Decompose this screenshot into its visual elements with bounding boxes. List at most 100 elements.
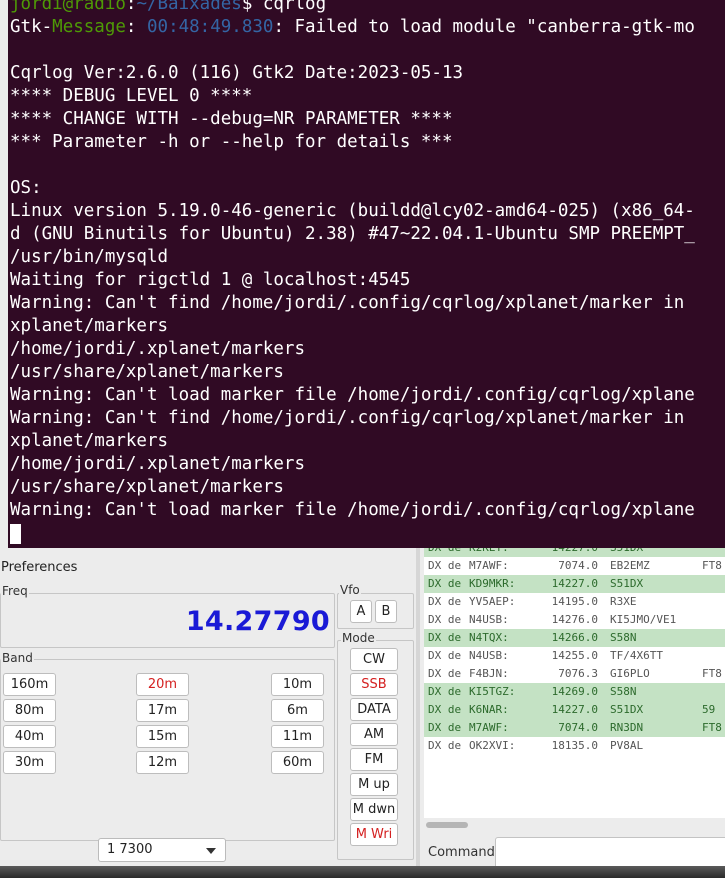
dx-spot-freq: 7074.0 (558, 721, 598, 734)
dx-spot-call: K2KEY: (469, 548, 509, 557)
dx-spot-row[interactable]: DX de M7AWF: 7074.0 EB2EMZ FT8 (424, 557, 725, 575)
dx-spot-dx: S58N (610, 685, 637, 698)
mode-button-am[interactable]: AM (350, 723, 398, 746)
mode-button-cw[interactable]: CW (350, 648, 398, 671)
mode-label: Mode (341, 631, 376, 645)
dx-spot-row[interactable]: DX de N4USB: 14276.0 KI5JMO/VE1 (424, 611, 725, 629)
dx-spot-de: DX de (428, 613, 462, 626)
terminal-output-line: **** DEBUG LEVEL 0 **** (10, 86, 253, 106)
command-label: Command: (428, 845, 500, 860)
dx-spot-freq: 7076.3 (558, 667, 598, 680)
dx-spot-row[interactable]: DX de KI5TGZ: 14269.0 S58N (424, 683, 725, 701)
mode-button-m-wri[interactable]: M Wri (350, 823, 398, 846)
band-button-6m[interactable]: 6m (271, 699, 324, 722)
terminal-window[interactable]: jordi@radio:~/Baixades$ cqrlog Gtk-Messa… (8, 0, 725, 548)
background-window-edge (0, 0, 8, 548)
dx-spot-dx: EB2EMZ (610, 559, 650, 572)
preferences-title: Preferences (1, 560, 78, 575)
dx-spot-dx: KI5JMO/VE1 (610, 613, 677, 626)
prompt-end: $ (241, 0, 263, 14)
terminal-output-line: Waiting for rigctld 1 @ localhost:4545 (10, 270, 411, 290)
gtk-message-text: : Failed to load module "canberra-gtk-mo (273, 17, 695, 37)
frequency-display: 14.27790 (185, 606, 330, 637)
dx-spot-call: F4BJN: (469, 667, 509, 680)
dx-spot-freq: 14227.0 (551, 703, 598, 716)
dx-spot-dx: PV8AL (610, 739, 644, 752)
gtk-colon: : (125, 17, 147, 37)
dx-spot-extra: FT8 (702, 721, 722, 734)
dx-spot-freq: 14227.0 (551, 577, 598, 590)
band-button-10m[interactable]: 10m (271, 673, 324, 696)
terminal-output-line: Warning: Can't find /home/jordi/.config/… (10, 293, 685, 313)
terminal-prompt-line: jordi@radio:~/Baixades$ cqrlog (10, 0, 326, 16)
rig-select[interactable]: 1 7300 (98, 838, 226, 862)
dx-spot-de: DX de (428, 559, 462, 572)
terminal-output-line: Warning: Can't load marker file /home/jo… (10, 385, 695, 405)
band-button-15m[interactable]: 15m (136, 725, 189, 748)
dx-cluster-list[interactable]: DX de K2KEY: 14227.0 S51DX DX de M7AWF: 7074.0… (424, 548, 725, 818)
prompt-user: jordi@radio (10, 0, 126, 14)
dx-spot-de: DX de (428, 667, 462, 680)
vfo-label: Vfo (339, 583, 361, 597)
dx-spot-call: N4USB: (469, 613, 509, 626)
dx-spot-row[interactable]: DX de N4USB: 14255.0 TF/4X6TT (424, 647, 725, 665)
dx-spot-de: DX de (428, 721, 462, 734)
dx-spot-row[interactable]: DX de K2KEY: 14227.0 S51DX (424, 548, 725, 557)
mode-button-fm[interactable]: FM (350, 748, 398, 771)
terminal-output-line: Warning: Can't find /home/jordi/.config/… (10, 408, 685, 428)
dx-spot-dx: GI6PLO (610, 667, 650, 680)
terminal-output-line: xplanet/markers (10, 316, 169, 336)
mode-button-m-dwn[interactable]: M dwn (350, 798, 398, 821)
gtk-timestamp: 00:48:49.830 (147, 17, 274, 37)
vfo-a-button[interactable]: A (350, 600, 372, 623)
horizontal-scrollbar[interactable] (426, 822, 721, 830)
terminal-output-line: Linux version 5.19.0-46-generic (buildd@… (10, 201, 695, 221)
scrollbar-thumb[interactable] (426, 822, 468, 828)
dx-spot-dx: S51DX (610, 577, 644, 590)
dx-spot-row[interactable]: DX de K6NAR: 14227.0 S51DX 59 (424, 701, 725, 719)
preferences-panel: Preferences 14.27790 Freq A B Vfo Band 1… (0, 548, 416, 870)
dx-spot-row[interactable]: DX de KD9MKR: 14227.0 S51DX (424, 575, 725, 593)
band-button-20m[interactable]: 20m (136, 673, 189, 696)
dx-spot-freq: 14276.0 (551, 613, 598, 626)
terminal-cursor (10, 524, 21, 544)
terminal-output-line: /usr/share/xplanet/markers (10, 477, 284, 497)
dx-spot-freq: 14255.0 (551, 649, 598, 662)
dx-spot-row[interactable]: DX de N4TQX: 14266.0 S58N (424, 629, 725, 647)
vfo-group: A B (337, 593, 414, 629)
mode-button-m-up[interactable]: M up (350, 773, 398, 796)
dx-spot-freq: 14266.0 (551, 631, 598, 644)
band-label: Band (1, 651, 34, 665)
desktop-bottom-edge (0, 866, 725, 878)
band-button-160m[interactable]: 160m (3, 673, 56, 696)
dx-spot-row[interactable]: DX de YV5AEP: 14195.0 R3XE (424, 593, 725, 611)
freq-label: Freq (1, 584, 29, 598)
dx-spot-de: DX de (428, 548, 461, 557)
terminal-output-line: **** CHANGE WITH --debug=NR PARAMETER **… (10, 109, 453, 129)
terminal-output-line: /usr/share/xplanet/markers (10, 362, 284, 382)
band-button-30m[interactable]: 30m (3, 751, 56, 774)
dx-spot-row[interactable]: DX de F4BJN: 7076.3 GI6PLO FT8 (424, 665, 725, 683)
mode-button-data[interactable]: DATA (350, 698, 398, 721)
rig-select-value: 1 7300 (107, 842, 153, 857)
mode-button-ssb[interactable]: SSB (350, 673, 398, 696)
dx-spot-freq: 14195.0 (551, 595, 598, 608)
band-button-17m[interactable]: 17m (136, 699, 189, 722)
terminal-output-line: xplanet/markers (10, 431, 169, 451)
dx-spot-de: DX de (428, 631, 462, 644)
gtk-prefix: Gtk- (10, 17, 53, 37)
dx-spot-call: M7AWF: (469, 721, 509, 734)
band-button-60m[interactable]: 60m (271, 751, 324, 774)
dx-spot-row[interactable]: DX de M7AWF: 7074.0 RN3DN FT8 (424, 719, 725, 737)
band-button-80m[interactable]: 80m (3, 699, 56, 722)
dx-spot-call: OK2XVI: (469, 739, 516, 752)
band-button-12m[interactable]: 12m (136, 751, 189, 774)
dx-spot-de: DX de (428, 649, 462, 662)
band-button-11m[interactable]: 11m (271, 725, 324, 748)
band-button-40m[interactable]: 40m (3, 725, 56, 748)
dx-spot-row[interactable]: DX de OK2XVI: 18135.0 PV8AL (424, 737, 725, 755)
dx-spot-freq: 14269.0 (551, 685, 598, 698)
dx-spot-dx: S51DX (610, 703, 644, 716)
vfo-b-button[interactable]: B (375, 600, 397, 623)
terminal-gtk-line: Gtk-Message: 00:48:49.830: Failed to loa… (10, 16, 695, 39)
